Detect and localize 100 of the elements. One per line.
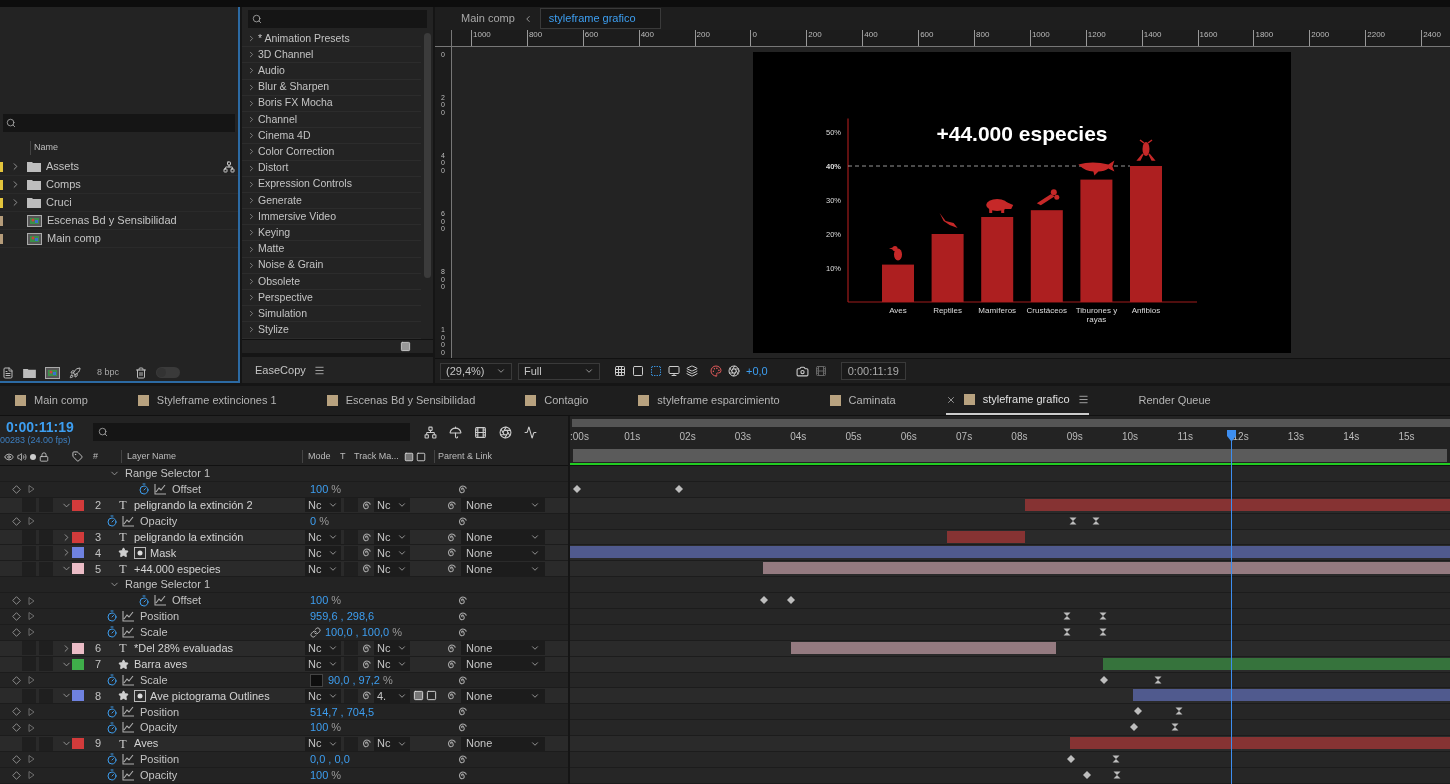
effect-category[interactable]: Boris FX Mocha — [258, 95, 333, 112]
spiral-icon[interactable] — [457, 769, 468, 781]
panel-title[interactable]: EaseCopy — [255, 361, 306, 379]
label-color[interactable] — [72, 658, 84, 670]
label-color[interactable] — [72, 690, 84, 702]
play-icon[interactable] — [28, 517, 35, 526]
layer-name[interactable]: +44.000 especies — [134, 560, 221, 578]
property-name[interactable]: Opacity — [140, 767, 178, 784]
track-matte-dropdown[interactable]: Nc — [374, 736, 410, 751]
diamond-icon[interactable] — [12, 516, 21, 526]
stopwatch-icon[interactable] — [106, 626, 118, 639]
square-icon[interactable] — [404, 451, 414, 462]
mode-dropdown[interactable]: Nc — [305, 736, 341, 751]
eye-icon[interactable] — [4, 451, 14, 462]
spiral-icon[interactable] — [361, 531, 372, 543]
graph-icon[interactable] — [122, 722, 134, 734]
label-color[interactable] — [72, 738, 84, 750]
graph-icon[interactable] — [122, 610, 134, 622]
spiral-icon[interactable] — [361, 738, 372, 750]
layer-duration-bar[interactable] — [1103, 657, 1450, 670]
group-name[interactable]: Range Selector 1 — [125, 465, 210, 482]
layer-name[interactable]: Aves — [134, 735, 159, 752]
layer-duration-bar[interactable] — [791, 641, 1056, 654]
track-matte-dropdown[interactable]: Nc — [374, 641, 410, 656]
composition-tab[interactable]: styleframe grafico — [945, 386, 1089, 415]
mode-dropdown[interactable]: Nc — [305, 641, 341, 656]
search-field[interactable] — [93, 423, 410, 441]
track-matte-dropdown[interactable]: 4. — [374, 688, 410, 703]
layer-name[interactable]: Mask — [150, 544, 177, 562]
property-name[interactable]: Offset — [172, 592, 202, 609]
keyframe-icon[interactable] — [787, 596, 795, 605]
footage-icon[interactable] — [2, 366, 14, 379]
spiral-icon[interactable] — [446, 690, 457, 702]
column-header[interactable]: Mode — [302, 449, 340, 464]
track-matte-dropdown[interactable]: Nc — [374, 657, 410, 672]
mode-dropdown[interactable]: Nc — [305, 545, 341, 560]
effect-category[interactable]: Cinema 4D — [258, 127, 311, 144]
spiral-icon[interactable] — [457, 674, 468, 686]
graph-editor-icon[interactable] — [524, 425, 537, 439]
spiral-icon[interactable] — [457, 722, 468, 734]
tag-icon[interactable] — [72, 451, 83, 462]
square-icon[interactable] — [416, 451, 426, 462]
monitor-icon[interactable] — [668, 365, 680, 377]
group-name[interactable]: Range Selector 1 — [125, 576, 210, 593]
breadcrumb-tab[interactable]: styleframe grafico — [539, 8, 661, 29]
column-header[interactable]: Parent & Link — [434, 449, 493, 464]
layer-name[interactable]: peligrando la extinción 2 — [134, 497, 253, 514]
track-matte-dropdown[interactable]: Nc — [374, 561, 410, 576]
stopwatch-icon[interactable] — [106, 705, 118, 718]
spiral-icon[interactable] — [457, 626, 468, 638]
spiral-icon[interactable] — [457, 515, 468, 527]
stopwatch-icon[interactable] — [106, 769, 118, 782]
effect-category[interactable]: Channel — [258, 111, 298, 128]
square-icon[interactable] — [426, 690, 437, 702]
property-value[interactable]: 90,0 , 97,2 — [328, 671, 380, 689]
mode-dropdown[interactable]: Nc — [305, 657, 341, 672]
link-icon[interactable] — [310, 626, 321, 638]
property-name[interactable]: Opacity — [140, 512, 178, 530]
menu-icon[interactable] — [1077, 394, 1089, 405]
exposure-value[interactable]: +0,0 — [746, 362, 768, 380]
parent-dropdown[interactable]: None — [461, 561, 545, 576]
parent-dropdown[interactable]: None — [461, 545, 545, 560]
property-name[interactable]: Scale — [140, 671, 168, 689]
property-value[interactable]: 100 — [310, 767, 329, 784]
label-color[interactable] — [72, 642, 84, 654]
spiral-icon[interactable] — [361, 563, 372, 575]
property-value[interactable]: 514,7 , 704,5 — [310, 703, 375, 721]
graph-icon[interactable] — [122, 769, 134, 781]
spiral-icon[interactable] — [446, 658, 457, 670]
effect-category[interactable]: Perspective — [258, 289, 313, 306]
mode-dropdown[interactable]: Nc — [305, 688, 341, 703]
label-color[interactable] — [72, 547, 84, 559]
effect-category[interactable]: Expression Controls — [258, 176, 352, 193]
play-icon[interactable] — [28, 676, 35, 685]
composition-tab[interactable]: Escenas Bd y Sensibilidad — [326, 386, 476, 415]
parent-dropdown[interactable]: None — [461, 657, 545, 672]
chevron-down-icon[interactable] — [397, 532, 407, 542]
column-header[interactable]: T — [340, 449, 354, 464]
property-name[interactable]: Offset — [172, 481, 202, 498]
graph-icon[interactable] — [154, 595, 166, 607]
property-name[interactable]: Position — [140, 608, 180, 625]
effect-category[interactable]: Color Correction — [258, 144, 335, 160]
stopwatch-icon[interactable] — [106, 674, 118, 687]
graph-icon[interactable] — [122, 754, 134, 765]
effect-category[interactable]: Matte — [258, 241, 285, 257]
property-value[interactable]: 0,0 , 0,0 — [310, 751, 350, 768]
keyframe-icon[interactable] — [1069, 516, 1077, 525]
search-field[interactable] — [3, 114, 235, 132]
column-header[interactable]: Name — [30, 141, 58, 155]
layer-name[interactable]: peligrando la extinción — [134, 528, 244, 546]
chevron-down-icon[interactable] — [530, 532, 540, 542]
camera-icon[interactable] — [795, 364, 809, 378]
parent-dropdown[interactable]: None — [461, 688, 545, 703]
spiral-icon[interactable] — [457, 753, 468, 765]
parent-dropdown[interactable]: None — [461, 641, 545, 656]
layers-icon[interactable] — [686, 365, 698, 377]
folder-icon[interactable] — [23, 367, 36, 378]
property-name[interactable]: Position — [140, 751, 180, 768]
parent-dropdown[interactable]: None — [461, 736, 545, 751]
property-value[interactable]: 100,0 , 100,0 — [325, 624, 390, 641]
